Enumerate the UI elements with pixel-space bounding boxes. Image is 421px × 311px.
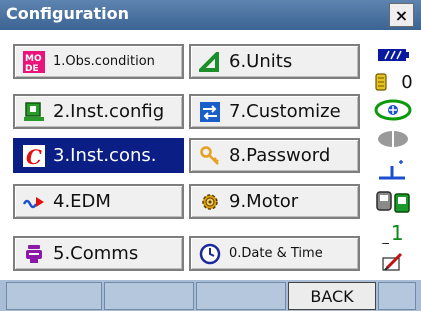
softkey-2[interactable] bbox=[104, 282, 194, 310]
menu-button-password[interactable]: 8.Password bbox=[189, 138, 360, 173]
window-title: Configuration bbox=[6, 4, 130, 23]
cursor-underscore: _ bbox=[382, 229, 389, 245]
menu-button-date-time[interactable]: 0.Date & Time bbox=[189, 236, 360, 271]
close-button[interactable]: × bbox=[389, 3, 414, 27]
triangle-icon bbox=[197, 49, 223, 75]
laser-icon bbox=[365, 126, 421, 152]
menu-button-obs-condition[interactable]: MO DE 1.Obs.condition bbox=[13, 44, 184, 79]
menu-label: 1.Obs.condition bbox=[53, 54, 155, 69]
menu-label: 5.Comms bbox=[53, 243, 139, 264]
svg-text:MO: MO bbox=[25, 54, 42, 64]
menu-button-customize[interactable]: 7.Customize bbox=[189, 94, 360, 129]
input-mode-value: 1 bbox=[390, 221, 404, 245]
menu-button-inst-config[interactable]: 2.Inst.config bbox=[13, 94, 184, 129]
softkey-bar: BACK bbox=[0, 280, 421, 311]
connection-icon bbox=[365, 188, 421, 216]
menu-label: 8.Password bbox=[229, 145, 331, 166]
svg-text:DE: DE bbox=[25, 64, 39, 73]
c-icon: C bbox=[21, 143, 47, 169]
softkey-5[interactable] bbox=[378, 282, 416, 310]
key-icon bbox=[197, 143, 223, 169]
menu-panel: MO DE 1.Obs.condition 6.Units 2.Inst.con… bbox=[0, 30, 421, 280]
gear-icon bbox=[197, 189, 223, 215]
softkey-3[interactable] bbox=[196, 282, 286, 310]
memory-count: 0 bbox=[401, 71, 413, 93]
status-bar: 0 _ 1 bbox=[365, 30, 421, 280]
back-button[interactable]: BACK bbox=[288, 282, 376, 310]
menu-button-edm[interactable]: 4.EDM bbox=[13, 184, 184, 219]
arrows-icon bbox=[197, 99, 223, 125]
menu-button-inst-cons[interactable]: C 3.Inst.cons. bbox=[13, 138, 184, 173]
menu-button-motor[interactable]: 9.Motor bbox=[189, 184, 360, 219]
menu-label: 2.Inst.config bbox=[53, 101, 165, 122]
edm-icon bbox=[21, 189, 47, 215]
menu-label: 9.Motor bbox=[229, 191, 299, 212]
memory-icon bbox=[375, 73, 387, 91]
input-mode-indicator: _ 1 bbox=[365, 220, 421, 246]
menu-label: 6.Units bbox=[229, 51, 293, 72]
comms-icon bbox=[21, 241, 47, 267]
memory-indicator: 0 bbox=[365, 70, 421, 94]
instrument-icon bbox=[21, 99, 47, 125]
mode-icon: MO DE bbox=[21, 49, 47, 75]
menu-label: 7.Customize bbox=[229, 101, 341, 122]
screen: Configuration × MO DE 1.Obs.condition 6.… bbox=[0, 0, 421, 311]
svg-text:C: C bbox=[26, 145, 42, 167]
softkey-1[interactable] bbox=[6, 282, 102, 310]
battery-icon bbox=[365, 44, 421, 66]
tilt-icon bbox=[365, 156, 421, 184]
title-bar: Configuration × bbox=[0, 0, 421, 30]
menu-label: 3.Inst.cons. bbox=[53, 145, 157, 166]
pen-icon bbox=[365, 250, 421, 274]
menu-label: 4.EDM bbox=[53, 191, 111, 212]
clock-icon bbox=[197, 241, 223, 267]
menu-button-units[interactable]: 6.Units bbox=[189, 44, 360, 79]
menu-button-comms[interactable]: 5.Comms bbox=[13, 236, 184, 271]
menu-label: 0.Date & Time bbox=[229, 246, 323, 261]
prism-target-icon bbox=[365, 98, 421, 122]
